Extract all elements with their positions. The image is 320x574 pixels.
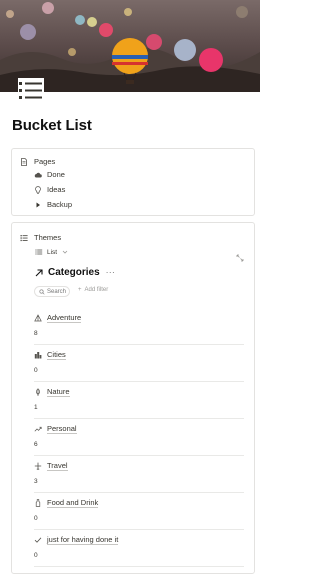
list-item[interactable]: Cities 0 — [34, 346, 244, 382]
themes-block: Themes List Categories ··· Search + Add … — [11, 222, 255, 574]
trend-icon — [34, 425, 42, 433]
view-selector[interactable]: List — [35, 248, 69, 256]
add-filter-label: Add filter — [84, 287, 109, 293]
item-count: 0 — [34, 515, 38, 522]
item-label: Adventure — [34, 313, 82, 323]
view-label: List — [47, 248, 58, 256]
triangle-right-icon — [34, 201, 42, 209]
database-title-text: Categories — [48, 267, 100, 278]
search-label: Search — [47, 288, 67, 295]
bottle-icon — [34, 499, 42, 507]
list-item[interactable]: Food and Drink 0 — [34, 494, 244, 530]
chevron-down-icon — [61, 248, 69, 256]
item-count: 0 — [34, 552, 38, 559]
item-count: 3 — [34, 478, 38, 485]
item-label: Nature — [34, 387, 70, 397]
item-count: 0 — [34, 367, 38, 374]
search-icon — [39, 288, 45, 295]
more-options-icon[interactable]: ··· — [106, 268, 116, 277]
tent-icon — [34, 314, 42, 322]
page-link-label: Backup — [47, 200, 73, 209]
cloud-icon — [34, 171, 42, 179]
page-link-backup[interactable]: Backup — [34, 200, 72, 209]
list-icon — [20, 234, 28, 242]
list-item[interactable]: Nature 1 — [34, 383, 244, 419]
themes-heading: Themes — [34, 233, 62, 242]
item-name: Personal — [47, 424, 77, 434]
list-item[interactable]: Personal 6 — [34, 420, 244, 456]
plane-icon — [34, 462, 42, 470]
city-icon — [34, 351, 42, 359]
pages-heading: Pages — [34, 157, 56, 166]
plus-icon: + — [78, 287, 82, 293]
item-name: just for having done it — [47, 535, 119, 545]
expand-icon[interactable] — [236, 249, 244, 267]
arrow-up-right-icon — [34, 268, 44, 278]
page-link-label: Done — [47, 170, 65, 179]
list-item[interactable]: Adventure 8 — [34, 309, 244, 345]
page-list-icon[interactable] — [18, 78, 44, 104]
leaf-icon — [34, 388, 42, 396]
document-icon — [20, 157, 28, 166]
item-label: Cities — [34, 350, 66, 360]
item-name: Adventure — [47, 313, 82, 323]
item-label: Travel — [34, 461, 68, 471]
item-name: Food and Drink — [47, 498, 99, 508]
page-link-label: Ideas — [47, 185, 66, 194]
item-count: 6 — [34, 441, 38, 448]
database-title[interactable]: Categories ··· — [34, 267, 115, 278]
list-item[interactable]: Travel 3 — [34, 457, 244, 493]
add-filter-button[interactable]: + Add filter — [78, 287, 108, 293]
item-count: 8 — [34, 330, 38, 337]
page-link-ideas[interactable]: Ideas — [34, 185, 65, 194]
item-name: Nature — [47, 387, 70, 397]
page-link-done[interactable]: Done — [34, 170, 65, 179]
list-view-icon — [35, 248, 43, 256]
pages-block: Pages Done Ideas Backup — [11, 148, 255, 216]
list-item[interactable]: just for having done it 0 — [34, 531, 244, 567]
item-count: 1 — [34, 404, 38, 411]
item-label: just for having done it — [34, 535, 119, 545]
lightbulb-icon — [34, 185, 42, 194]
search-button[interactable]: Search — [34, 286, 70, 297]
item-label: Personal — [34, 424, 77, 434]
themes-block-header[interactable]: Themes — [20, 233, 61, 242]
category-list: Adventure 8 Cities 0 Nature 1 Personal 6… — [34, 309, 244, 568]
page-title[interactable]: Bucket List — [12, 117, 92, 134]
pages-block-header[interactable]: Pages — [20, 157, 55, 166]
item-name: Travel — [47, 461, 68, 471]
item-label: Food and Drink — [34, 498, 99, 508]
check-icon — [34, 536, 42, 544]
item-name: Cities — [47, 350, 66, 360]
